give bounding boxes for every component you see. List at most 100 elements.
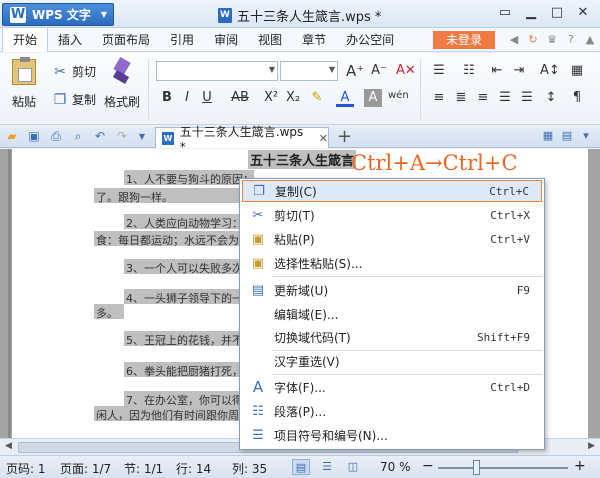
- collapse-ribbon-icon[interactable]: ▲: [581, 32, 599, 48]
- menu-item-copy[interactable]: ❐ 复制(C) Ctrl+C: [242, 180, 542, 202]
- web-view-icon[interactable]: ◫: [344, 459, 362, 475]
- maximize-button[interactable]: □: [546, 4, 568, 22]
- tab-bar-tools: ▦ ▤ ▾: [537, 129, 594, 142]
- minimize-button[interactable]: ▁: [520, 4, 542, 22]
- char-shading-icon[interactable]: A: [364, 89, 382, 107]
- tab-options-icon[interactable]: ▾: [578, 129, 594, 142]
- menu-item-bullets-numbering[interactable]: ☰ 项目符号和编号(N)...: [242, 424, 542, 446]
- menu-item-paragraph[interactable]: ☷ 段落(P)...: [242, 400, 542, 422]
- align-left-icon[interactable]: ≡: [430, 89, 448, 107]
- tab-references[interactable]: 引用: [160, 28, 204, 52]
- status-bar: 页码: 1 页面: 1/7 节: 1/1 行: 14 列: 35 ▤ ☰ ◫ 7…: [0, 455, 600, 478]
- back-icon[interactable]: ◀: [505, 32, 523, 48]
- close-tab-icon[interactable]: ✕: [319, 132, 328, 145]
- tab-view[interactable]: 视图: [248, 28, 292, 52]
- tab-insert[interactable]: 插入: [48, 28, 92, 52]
- menu-item-font[interactable]: A 字体(F)... Ctrl+D: [242, 376, 542, 398]
- app-menu-button[interactable]: W WPS 文字 ▼: [2, 3, 114, 26]
- status-page-code: 页码: 1: [6, 462, 46, 476]
- font-name-combo[interactable]: ▼: [156, 61, 278, 81]
- status-col: 列: 35: [232, 462, 268, 476]
- title-bar: W WPS 文字 ▼ W 五十三条人生箴言.wps * ▭ ▁ □ ✕: [0, 0, 600, 28]
- document-icon: W: [162, 131, 174, 145]
- superscript-icon[interactable]: X²: [262, 89, 280, 107]
- paragraph-line: 闲人，因为他们有时间跟你周: [96, 409, 239, 422]
- menu-item-paste-special[interactable]: ▣ 选择性粘贴(S)...: [242, 252, 542, 274]
- grow-font-icon[interactable]: A⁺: [346, 62, 364, 80]
- tab-review[interactable]: 审阅: [204, 28, 248, 52]
- copy-icon: ❐: [53, 91, 67, 108]
- scroll-left-icon[interactable]: ◀: [5, 441, 12, 451]
- help-icon[interactable]: ?: [562, 32, 580, 48]
- menu-item-edit-field[interactable]: 编辑域(E)...: [242, 303, 542, 325]
- italic-icon[interactable]: I: [178, 89, 196, 107]
- table-icon[interactable]: ▦: [568, 62, 586, 80]
- settings-icon[interactable]: ♛: [543, 32, 561, 48]
- bold-icon[interactable]: B: [158, 89, 176, 107]
- page-view-icon[interactable]: ▤: [292, 459, 310, 475]
- paste-button[interactable]: 粘贴: [6, 57, 42, 110]
- text-direction-icon[interactable]: A↕: [540, 62, 560, 80]
- subscript-icon[interactable]: X₂: [284, 89, 302, 107]
- line-spacing-icon[interactable]: ↕: [542, 89, 560, 107]
- new-tab-button[interactable]: +: [337, 126, 352, 147]
- window-list-icon[interactable]: ▤: [559, 129, 575, 142]
- menu-item-paste[interactable]: ▣ 粘贴(P) Ctrl+V: [242, 228, 542, 250]
- open-folder-icon[interactable]: ▰: [4, 129, 20, 143]
- clear-format-icon[interactable]: A✕: [396, 62, 416, 80]
- copy-button[interactable]: ❐ 复制: [52, 91, 96, 108]
- zoom-in-icon[interactable]: +: [574, 458, 586, 474]
- print-icon[interactable]: ⎙: [48, 129, 64, 144]
- format-painter-button[interactable]: 格式刷: [102, 56, 142, 110]
- numbering-icon[interactable]: ☷: [460, 62, 478, 80]
- menu-item-update-field[interactable]: ▤ 更新域(U) F9: [242, 279, 542, 301]
- scroll-right-icon[interactable]: ▶: [588, 441, 595, 451]
- font-color-icon[interactable]: A: [336, 89, 354, 107]
- document-tab-bar: ▰ ▣ ⎙ ⌕ ↶ ↷ ▼ W 五十三条人生箴言.wps * ✕ + ▦ ▤ ▾: [0, 125, 600, 154]
- window-title-text: 五十三条人生箴言.wps *: [237, 10, 382, 25]
- menu-item-cut[interactable]: ✂ 剪切(T) Ctrl+X: [242, 204, 542, 226]
- menu-item-reconvert[interactable]: 汉字重选(V): [242, 350, 542, 372]
- increase-indent-icon[interactable]: ⇥: [510, 62, 528, 80]
- paragraph-line: 5、王冠上的花钱，并不: [126, 334, 243, 347]
- shrink-font-icon[interactable]: A⁻: [370, 62, 388, 80]
- outline-view-icon[interactable]: ☰: [318, 459, 336, 475]
- undo-icon[interactable]: ↶: [92, 129, 108, 143]
- redo-icon[interactable]: ↷: [114, 129, 130, 143]
- window-title: W 五十三条人生箴言.wps *: [218, 6, 381, 25]
- restore-skin-icon[interactable]: ▭: [494, 4, 516, 22]
- print-preview-icon[interactable]: ⌕: [70, 129, 86, 144]
- bullets-icon[interactable]: ☰: [430, 62, 448, 80]
- save-icon[interactable]: ▣: [26, 129, 42, 143]
- cut-button[interactable]: ✂ 剪切: [52, 63, 96, 80]
- refresh-icon[interactable]: ↻: [524, 32, 542, 48]
- phonetic-guide-icon[interactable]: wén: [388, 87, 409, 105]
- zoom-slider-knob[interactable]: [473, 460, 480, 475]
- tab-page-layout[interactable]: 页面布局: [92, 28, 160, 52]
- zoom-slider[interactable]: [438, 467, 568, 469]
- paragraph-line: 4、一头狮子领导下的一: [126, 292, 243, 305]
- tab-document[interactable]: W 五十三条人生箴言.wps * ✕: [155, 125, 329, 154]
- align-center-icon[interactable]: ≣: [452, 89, 470, 107]
- chevron-down-icon: ▼: [328, 65, 335, 74]
- show-marks-icon[interactable]: ¶: [568, 89, 586, 107]
- distribute-icon[interactable]: ☰: [518, 89, 536, 107]
- strikethrough-icon[interactable]: AB: [228, 89, 252, 107]
- close-button[interactable]: ✕: [572, 4, 594, 22]
- login-button[interactable]: 未登录: [433, 31, 495, 49]
- customize-quick-access-icon[interactable]: ▼: [134, 132, 150, 141]
- tab-office-space[interactable]: 办公空间: [336, 28, 404, 52]
- tab-section[interactable]: 章节: [292, 28, 336, 52]
- font-size-combo[interactable]: ▼: [280, 61, 338, 81]
- align-right-icon[interactable]: ≡: [474, 89, 492, 107]
- decrease-indent-icon[interactable]: ⇤: [488, 62, 506, 80]
- zoom-out-icon[interactable]: −: [422, 458, 434, 474]
- menu-item-toggle-field-codes[interactable]: 切换域代码(T) Shift+F9: [242, 326, 542, 348]
- highlight-icon[interactable]: ✎: [308, 89, 326, 107]
- tile-windows-icon[interactable]: ▦: [540, 129, 556, 142]
- brush-icon: [112, 56, 132, 84]
- justify-icon[interactable]: ☰: [496, 89, 514, 107]
- underline-icon[interactable]: U: [198, 89, 216, 107]
- status-page: 页面: 1/7: [60, 462, 112, 476]
- tab-home[interactable]: 开始: [2, 27, 49, 52]
